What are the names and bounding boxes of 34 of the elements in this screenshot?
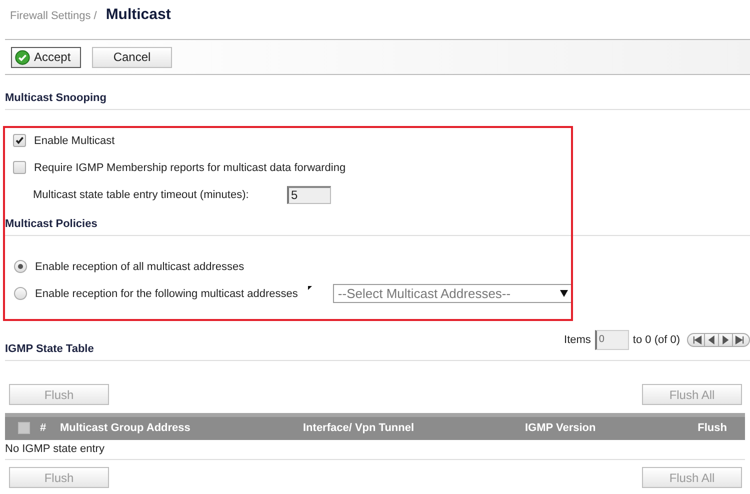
section-heading: Multicast Snooping [4,92,108,105]
pager-label: Items [564,334,591,346]
checkbox-label: Enable Multicast [34,134,115,146]
first-page-icon[interactable] [691,334,704,346]
column-header: Flush [698,422,727,434]
checkbox-label: Require IGMP Membership reports for multicast data forwarding [34,162,346,174]
column-header: Multicast Group Address [60,422,192,434]
dropdown-arrow-icon [560,290,568,297]
select-all-checkbox[interactable] [18,422,30,434]
timeout-field[interactable]: 5 [287,186,331,204]
dropdown-value: --Select Multicast Addresses-- [338,286,511,301]
checkbox[interactable] [13,161,26,174]
check-icon [15,50,30,64]
section-heading: IGMP State Table [5,343,94,356]
section-heading: Multicast Policies [4,218,98,231]
column-header: # [40,422,48,434]
items-field[interactable]: 0 [594,330,629,350]
breadcrumb-link[interactable]: Firewall Settings / [10,10,97,22]
button[interactable]: Cancel [92,46,172,68]
radio-label: Enable reception for the following multicast addresses [35,288,298,300]
radio-label: Enable reception of all multicast addresses [35,260,244,272]
page-title: Multicast [106,6,171,23]
empty-message: No IGMP state entry [5,443,104,455]
address-dropdown[interactable]: --Select Multicast Addresses-- [332,284,573,303]
button[interactable]: Accept [11,46,81,68]
pager-range: to 0 (of 0) [632,334,680,346]
column-header: Interface/ Vpn Tunnel [303,422,416,434]
column-header: IGMP Version [525,422,597,434]
checkbox[interactable] [13,134,26,147]
radio-button[interactable] [14,287,27,300]
field-label: Multicast state table entry timeout (minutes): [33,188,250,200]
last-page-icon[interactable] [732,334,746,346]
radio-button[interactable] [14,260,27,273]
corner-mark-icon [308,286,312,290]
